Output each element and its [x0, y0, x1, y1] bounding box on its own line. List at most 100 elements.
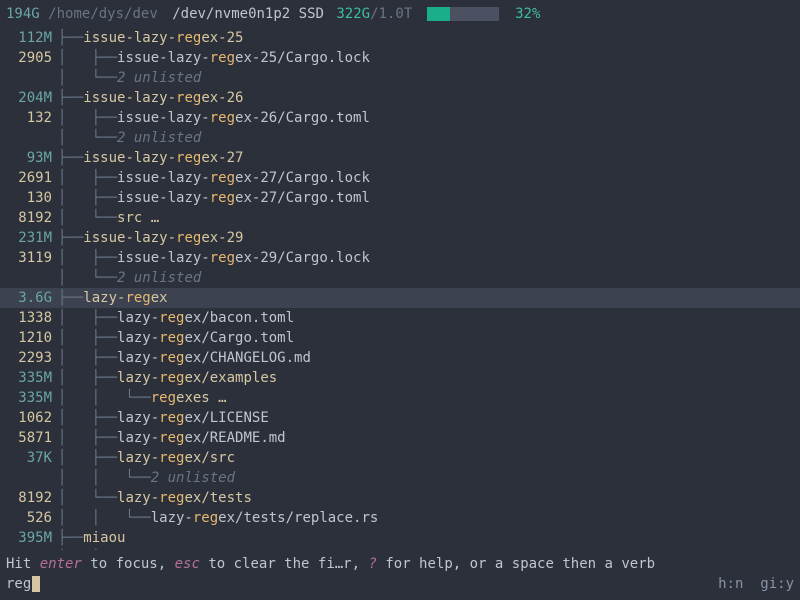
file-name: lazy-regex/bacon.toml [117, 308, 294, 328]
tree-row[interactable]: 2905│ ├──issue-lazy-regex-25/Cargo.lock [0, 48, 800, 68]
tree-row[interactable]: 93M├──issue-lazy-regex-27 [0, 148, 800, 168]
tree-row[interactable]: 1338 │ ├──lazy-regex/bacon.toml [0, 308, 800, 328]
file-name: issue-lazy-regex-29/Cargo.lock [117, 248, 370, 268]
tree-row[interactable]: 132│ ├──issue-lazy-regex-26/Cargo.toml [0, 108, 800, 128]
file-name: lazy-regex/CHANGELOG.md [117, 348, 311, 368]
dir-name: issue-lazy-regex-29 [83, 228, 243, 248]
tree-row[interactable]: 335M │ ├──lazy-regex/examples [0, 368, 800, 388]
header: 194G /home/dys/dev /dev/nvme0n1p2 SSD 32… [0, 0, 800, 26]
status-flags: h:n gi:y [718, 574, 794, 594]
unlisted-label: 2 unlisted [117, 68, 201, 88]
file-name: lazy-regex/tests/replace.rs [151, 508, 379, 528]
disk-used: 322G [336, 6, 370, 22]
dir-name: miaou [83, 528, 125, 548]
tree-branch: ├── [58, 228, 83, 248]
tree-branch: │ ├── [58, 168, 117, 188]
tree-branch: │ └── [58, 68, 117, 88]
hint-line: Hit enter to focus, esc to clear the fi…… [6, 554, 794, 574]
tree-branch: │ ├── [58, 108, 117, 128]
tree-branch: │ └── [58, 488, 117, 508]
tree-row[interactable]: 204M ├──issue-lazy-regex-26 [0, 88, 800, 108]
size-cell: 3.6G [6, 288, 52, 308]
size-cell: 204M [6, 88, 52, 108]
tree-row[interactable]: 526 │ │ └──lazy-regex/tests/replace.rs [0, 508, 800, 528]
size-cell: 3119 [6, 248, 52, 268]
tree-branch: │ └── [58, 208, 117, 228]
footer: Hit enter to focus, esc to clear the fi…… [0, 550, 800, 600]
tree-row[interactable]: 5871 │ ├──lazy-regex/README.md [0, 428, 800, 448]
dir-name: lazy-regex/tests [117, 488, 252, 508]
size-cell: 8192 [6, 208, 52, 228]
tree-row[interactable]: 8192 │ └──src … [0, 208, 800, 228]
key-enter: enter [40, 556, 82, 572]
unlisted-label: 2 unlisted [117, 128, 201, 148]
device-label: /dev/nvme0n1p2 SSD [172, 6, 324, 22]
file-tree[interactable]: 112M├──issue-lazy-regex-252905│ ├──issue… [0, 26, 800, 550]
file-name: issue-lazy-regex-27/Cargo.toml [117, 188, 370, 208]
tree-branch: │ ├── [58, 368, 117, 388]
tree-row[interactable]: 130│ ├──issue-lazy-regex-27/Cargo.toml [0, 188, 800, 208]
tree-branch: ├── [58, 288, 83, 308]
tree-row[interactable]: 1210│ ├──lazy-regex/Cargo.toml [0, 328, 800, 348]
tree-row[interactable]: 2691│ ├──issue-lazy-regex-27/Cargo.lock [0, 168, 800, 188]
size-cell: 5871 [6, 428, 52, 448]
unlisted-label: 2 unlisted [117, 268, 201, 288]
disk-gauge [427, 7, 499, 21]
tree-row[interactable]: 335M │ │ └──regexes … [0, 388, 800, 408]
dir-name: issue-lazy-regex-27 [83, 148, 243, 168]
tree-row[interactable]: 3.6G├──lazy-regex [0, 288, 800, 308]
file-name: issue-lazy-regex-25/Cargo.lock [117, 48, 370, 68]
tree-branch: │ ├── [58, 448, 117, 468]
search-input[interactable]: reg [6, 574, 31, 594]
size-cell: 37K [6, 448, 52, 468]
size-cell: 2691 [6, 168, 52, 188]
size-cell: 335M [6, 368, 52, 388]
unlisted-label: 2 unlisted [151, 468, 235, 488]
tree-row[interactable]: 3119 │ ├──issue-lazy-regex-29/Cargo.lock [0, 248, 800, 268]
cursor [32, 576, 40, 592]
tree-row[interactable]: 231M ├──issue-lazy-regex-29 [0, 228, 800, 248]
size-cell: 231M [6, 228, 52, 248]
tree-branch: │ ├── [58, 428, 117, 448]
file-name: lazy-regex/README.md [117, 428, 286, 448]
dir-name: issue-lazy-regex-26 [83, 88, 243, 108]
tree-row[interactable]: 2293│ ├──lazy-regex/CHANGELOG.md [0, 348, 800, 368]
tree-branch: │ ├── [58, 308, 117, 328]
dir-name: regexes … [151, 388, 227, 408]
size-cell: 130 [6, 188, 52, 208]
tree-branch: │ │ └── [58, 508, 151, 528]
input-line[interactable]: reg h:n gi:y [6, 574, 794, 594]
tree-branch: │ │ └── [58, 388, 151, 408]
tree-branch: │ │ └── [58, 468, 151, 488]
tree-row[interactable]: 1062│ ├──lazy-regex/LICENSE [0, 408, 800, 428]
disk-gauge-fill [427, 7, 450, 21]
tree-branch: │ ├── [58, 328, 117, 348]
key-esc: esc [175, 556, 200, 572]
tree-branch: │ ├── [58, 408, 117, 428]
tree-branch: │ └── [58, 128, 117, 148]
size-cell: 335M [6, 388, 52, 408]
tree-branch: │ ├── [58, 248, 117, 268]
tree-branch: ├── [58, 28, 83, 48]
tree-branch: │ ├── [58, 348, 117, 368]
dir-name: lazy-regex/examples [117, 368, 277, 388]
tree-row[interactable]: 37K│ ├──lazy-regex/src [0, 448, 800, 468]
size-cell: 8192 [6, 488, 52, 508]
tree-row[interactable]: 395M├──miaou [0, 528, 800, 548]
size-cell: 1338 [6, 308, 52, 328]
tree-row[interactable]: 8192 │ └──lazy-regex/tests [0, 488, 800, 508]
tree-unlisted: │ │ └──2 unlisted [0, 468, 800, 488]
disk-pct: 32% [515, 6, 540, 22]
dir-name: src … [117, 208, 159, 228]
disk-total: /1.0T [370, 6, 412, 22]
tree-row[interactable]: 112M├──issue-lazy-regex-25 [0, 28, 800, 48]
file-name: lazy-regex/LICENSE [117, 408, 269, 428]
tree-branch: │ └── [58, 268, 117, 288]
size-cell: 395M [6, 528, 52, 548]
root-size: 194G [6, 6, 40, 22]
file-name: issue-lazy-regex-26/Cargo.toml [117, 108, 370, 128]
size-cell: 526 [6, 508, 52, 528]
size-cell: 112M [6, 28, 52, 48]
tree-unlisted: │ └──2 unlisted [0, 128, 800, 148]
tree-branch: ├── [58, 88, 83, 108]
